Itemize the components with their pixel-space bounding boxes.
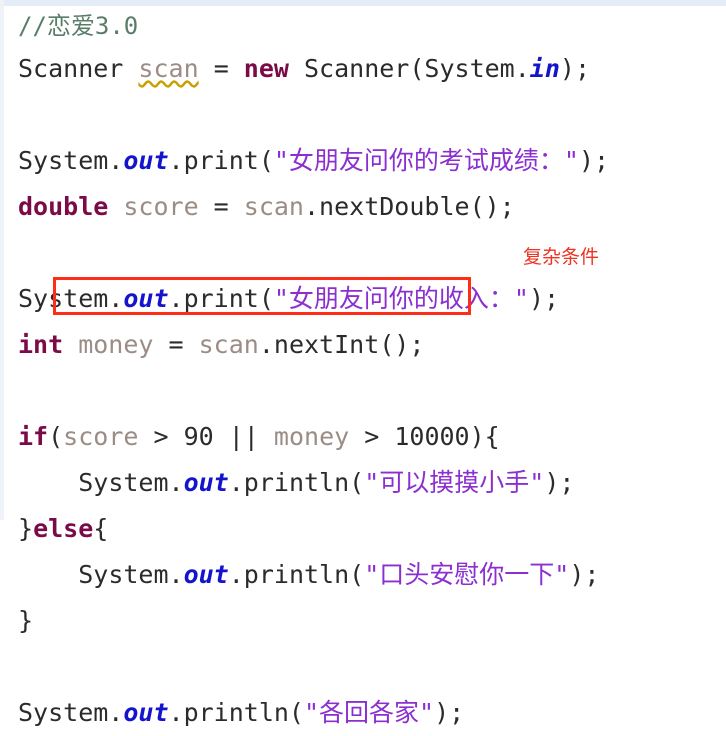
code-line-blank-4[interactable] (0, 644, 726, 690)
println-call: .println( (168, 698, 304, 727)
keyword-token-int: int (18, 330, 64, 359)
line-tail: ); (569, 560, 600, 589)
code-line-blank-2[interactable] (0, 230, 726, 276)
operator-assign: = (153, 330, 199, 359)
code-editor-area[interactable]: //恋爱3.0 Scanner scan = new Scanner(Syste… (0, 6, 726, 727)
field-token-out: out (123, 698, 169, 727)
system-prefix: System. (78, 560, 184, 589)
number-token-90: 90 (183, 422, 214, 451)
field-token-out: out (183, 560, 229, 589)
code-line-int-money[interactable]: int money = scan.nextInt(); (0, 322, 726, 368)
brace-open: { (484, 422, 500, 451)
code-line-comment[interactable]: //恋爱3.0 (0, 6, 726, 46)
string-literal: "女朋友问你的收入：" (273, 284, 529, 313)
code-line-blank-3[interactable] (0, 368, 726, 414)
string-literal: "各回各家" (303, 698, 435, 727)
line-tail: ); (434, 698, 465, 727)
code-line-else[interactable]: }else{ (0, 506, 726, 552)
operator-greater-1: > (138, 422, 184, 451)
brace-close: } (18, 514, 34, 543)
string-literal: "可以摸摸小手" (364, 468, 545, 497)
println-call: .println( (228, 560, 365, 589)
code-line-println-verbal-comfort[interactable]: System.out.println("口头安慰你一下"); (0, 552, 726, 598)
keyword-token-if: if (18, 422, 49, 451)
system-prefix: System. (18, 146, 124, 175)
line-tail: ); (528, 284, 560, 313)
code-line-double-score[interactable]: double score = scan.nextDouble(); (0, 184, 726, 230)
variable-token-scan-ref: scan (198, 330, 259, 359)
field-token-out: out (183, 468, 229, 497)
string-literal: "口头安慰你一下" (364, 560, 570, 589)
line-tail: ); (578, 146, 610, 175)
println-call: .println( (228, 468, 365, 497)
operator-assign: = (198, 192, 244, 221)
method-call-next-double: .nextDouble(); (304, 192, 515, 221)
print-call: .print( (168, 284, 274, 313)
constructor-call-text: Scanner(System. (288, 54, 530, 83)
paren-open: ( (48, 422, 64, 451)
code-line-print-money-prompt[interactable]: System.out.print("女朋友问你的收入："); (0, 276, 726, 322)
variable-token-scan: scan (138, 54, 199, 83)
code-line-if-condition[interactable]: if(score > 90 || money > 10000){ (0, 414, 726, 460)
method-call-next-int: .nextInt(); (258, 330, 425, 359)
variable-token-money: money (63, 330, 154, 359)
variable-token-score: score (108, 192, 199, 221)
paren-close: ) (469, 422, 485, 451)
code-line-close-brace[interactable]: } (0, 598, 726, 644)
operator-greater-2: > (349, 422, 395, 451)
keyword-token-else: else (33, 514, 94, 543)
code-line-blank-1[interactable] (0, 92, 726, 138)
brace-open: { (93, 514, 109, 543)
number-token-10000: 10000 (394, 422, 470, 451)
code-line-println-hold-hands[interactable]: System.out.println("可以摸摸小手"); (0, 460, 726, 506)
code-line-print-score-prompt[interactable]: System.out.print("女朋友问你的考试成绩："); (0, 138, 726, 184)
print-call: .print( (168, 146, 274, 175)
variable-token-score-ref: score (63, 422, 139, 451)
type-token-scanner: Scanner (18, 54, 124, 83)
field-token-in: in (529, 54, 560, 83)
system-prefix: System. (18, 698, 124, 727)
field-token-out: out (123, 146, 169, 175)
line-tail: ); (559, 54, 590, 83)
comment-token: //恋爱3.0 (18, 12, 139, 40)
brace-close: } (18, 606, 34, 635)
keyword-token-double: double (18, 192, 109, 221)
variable-token-scan-ref: scan (243, 192, 304, 221)
code-line-scanner-decl[interactable]: Scanner scan = new Scanner(System.in); (0, 46, 726, 92)
string-literal: "女朋友问你的考试成绩：" (273, 146, 579, 175)
keyword-token-new: new (243, 54, 289, 83)
operator-assign: = (198, 54, 244, 83)
annotation-label-complex-condition: 复杂条件 (523, 246, 600, 268)
operator-logical-or: || (213, 422, 274, 451)
system-prefix: System. (78, 468, 184, 497)
line-tail: ); (544, 468, 575, 497)
system-prefix: System. (18, 284, 124, 313)
code-line-println-go-home[interactable]: System.out.println("各回各家"); (0, 690, 726, 736)
variable-token-money-ref: money (273, 422, 350, 451)
field-token-out: out (123, 284, 169, 313)
